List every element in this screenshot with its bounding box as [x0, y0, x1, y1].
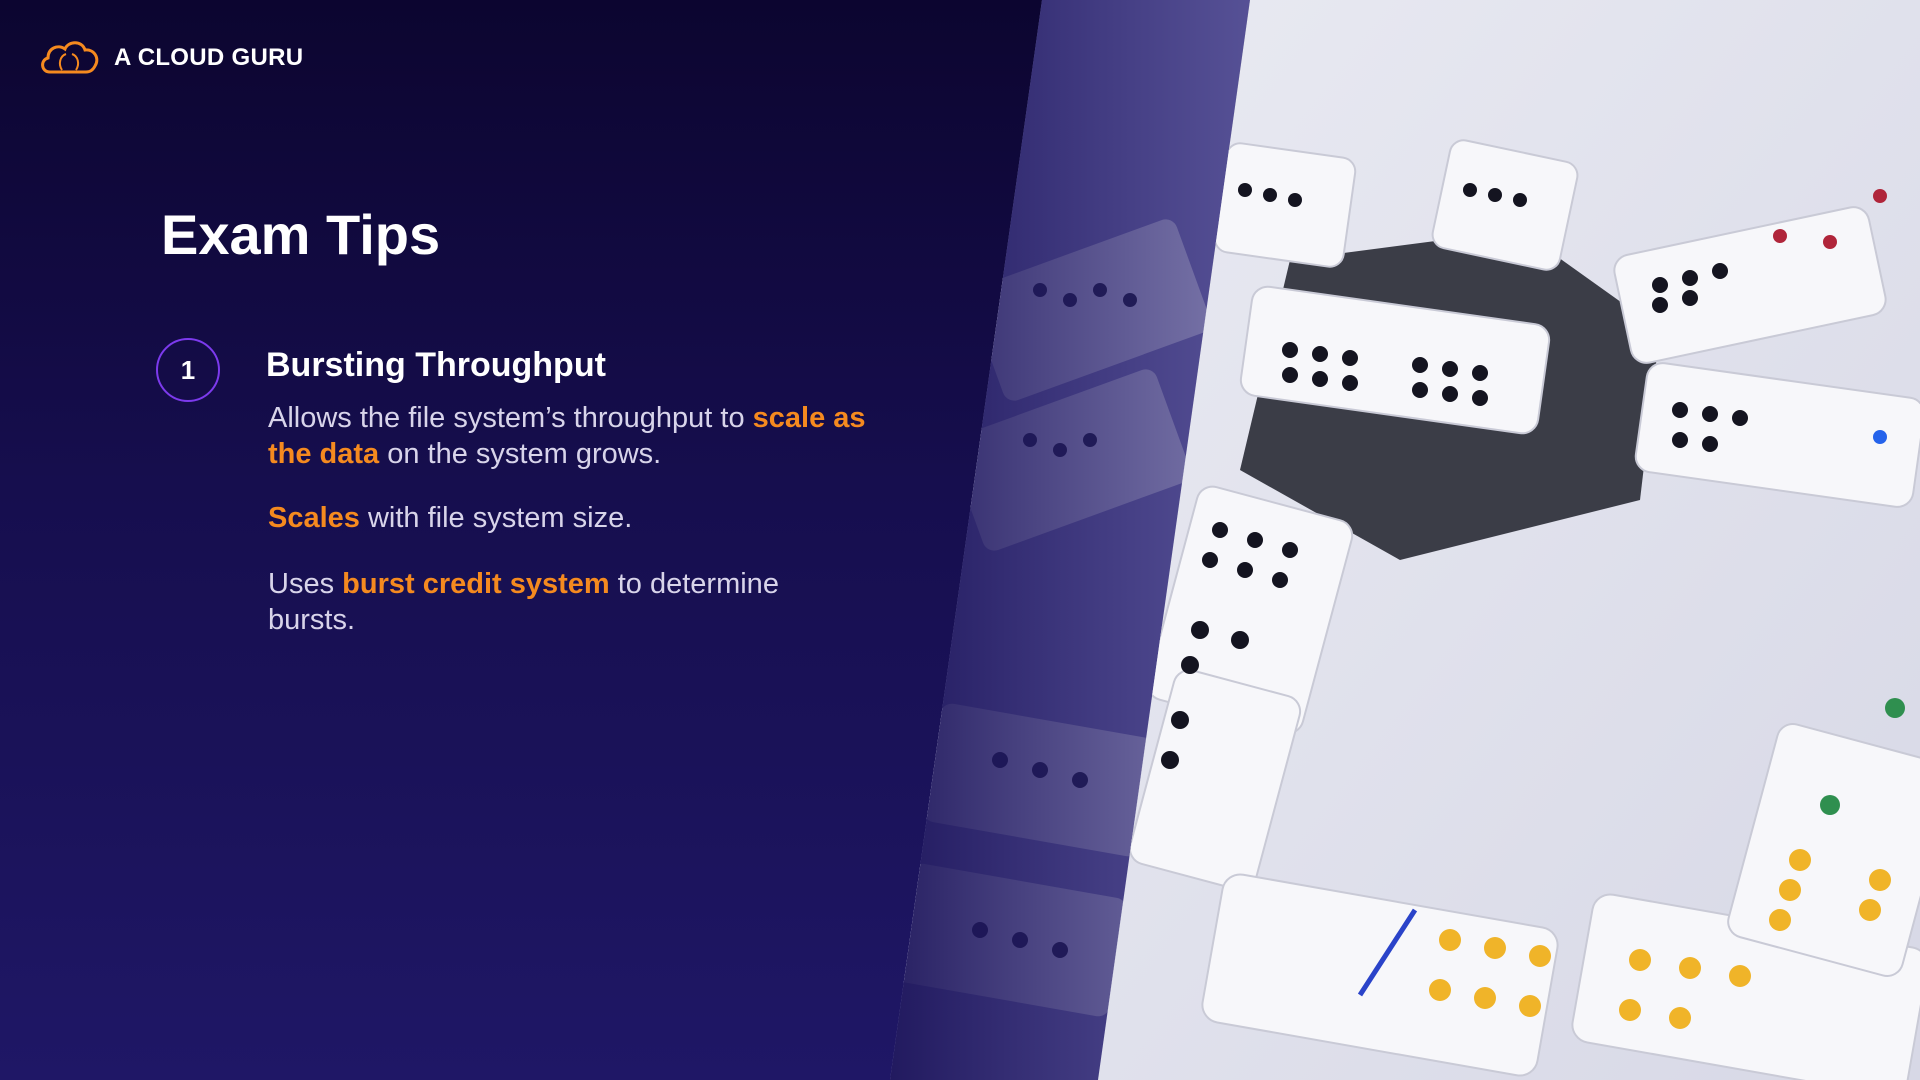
tip-number-badge: 1 — [156, 338, 220, 402]
paragraph-text: on the system grows. — [379, 438, 662, 470]
tip-paragraph-3: Uses burst credit system to determine bu… — [268, 566, 828, 638]
tip-title: Bursting Throughput — [266, 346, 606, 384]
highlight-text: Scales — [268, 502, 360, 534]
highlight-text: burst credit system — [342, 568, 610, 600]
slide-title: Exam Tips — [161, 203, 441, 266]
brand-name: A CLOUD GURU — [114, 44, 304, 71]
paragraph-text: with file system size. — [359, 502, 633, 534]
brand-logo: A CLOUD GURU — [38, 38, 303, 78]
tip-paragraph-1: Allows the file system’s throughput to s… — [268, 400, 868, 472]
cloud-logo-icon — [38, 38, 102, 78]
dominoes-photo — [890, 0, 1920, 1080]
paragraph-text: Uses — [268, 568, 343, 600]
tip-paragraph-2: Scales with file system size. — [268, 500, 868, 536]
paragraph-text: Allows the file system’s throughput to — [268, 402, 753, 434]
